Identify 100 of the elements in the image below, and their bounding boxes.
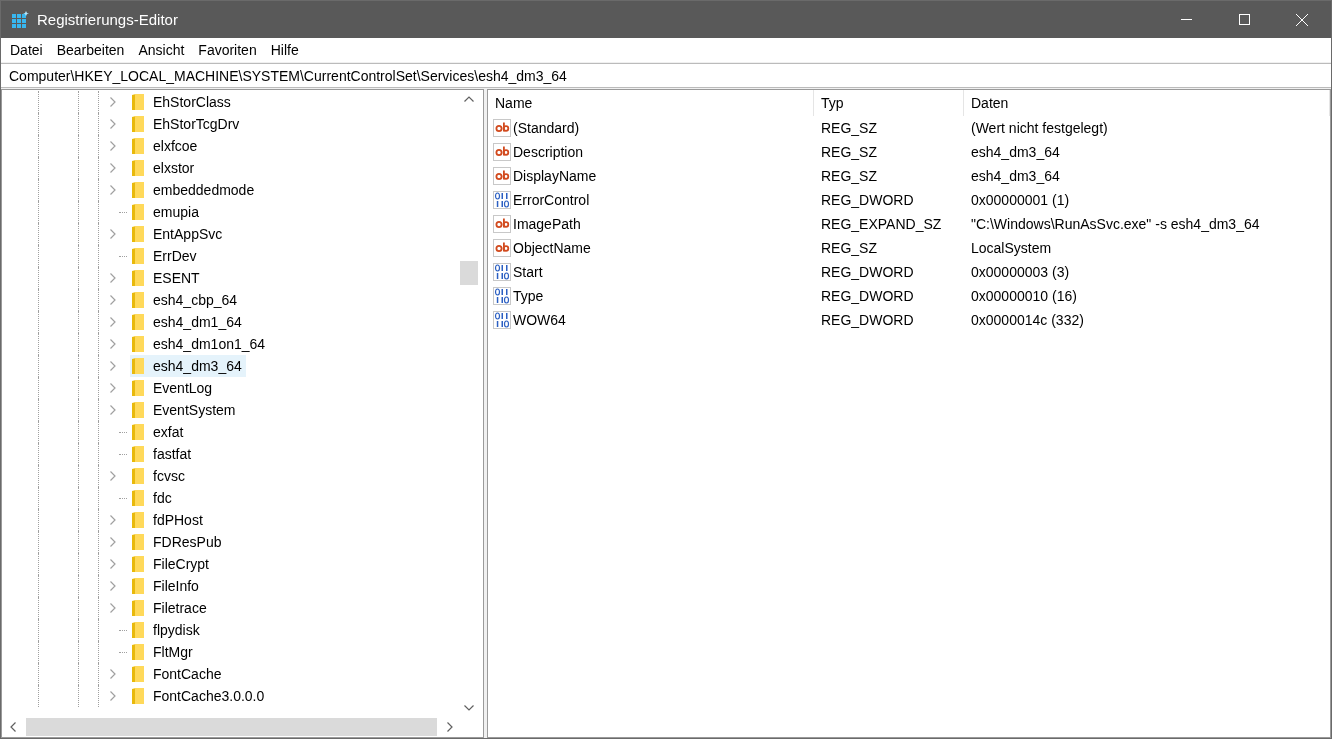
- chevron-icon[interactable]: [110, 691, 116, 701]
- tree-item[interactable]: Filetrace: [130, 597, 211, 619]
- folder-icon: [132, 688, 144, 704]
- tree-item[interactable]: FontCache: [130, 663, 226, 685]
- folder-icon: [132, 204, 144, 220]
- tree-item[interactable]: flpydisk: [130, 619, 204, 641]
- maximize-icon: [1238, 14, 1250, 25]
- chevron-icon[interactable]: [110, 537, 116, 547]
- folder-icon: [132, 490, 144, 506]
- chevron-icon[interactable]: [110, 229, 116, 239]
- tree-item[interactable]: FltMgr: [130, 641, 197, 663]
- window-title: Registrierungs-Editor: [37, 11, 178, 28]
- tree-item[interactable]: FontCache3.0.0.0: [130, 685, 269, 707]
- tree-item[interactable]: elxfcoe: [130, 135, 202, 157]
- string-value-icon: [493, 167, 511, 185]
- folder-icon: [132, 248, 144, 264]
- tree-item[interactable]: FDResPub: [130, 531, 226, 553]
- table-cell-text: REG_DWORD: [820, 312, 915, 328]
- folder-icon: [132, 534, 144, 550]
- address-field[interactable]: Computer\HKEY_LOCAL_MACHINE\SYSTEM\CurrentControlSet\Services\esh4_dm3_64: [1, 63, 1331, 88]
- tree-item[interactable]: FileInfo: [130, 575, 203, 597]
- column-header[interactable]: Daten: [964, 90, 1330, 116]
- chevron-icon[interactable]: [110, 515, 116, 525]
- menu-item[interactable]: Favoriten: [191, 42, 264, 58]
- folder-icon: [132, 160, 144, 176]
- folder-icon: [132, 358, 144, 374]
- tree-item[interactable]: EventSystem: [130, 399, 240, 421]
- chevron-icon[interactable]: [110, 339, 116, 349]
- tree-item[interactable]: emupia: [130, 201, 203, 223]
- tree-item[interactable]: fcvsc: [130, 465, 189, 487]
- chevron-icon[interactable]: [110, 603, 116, 613]
- table-cell-text: esh4_dm3_64: [970, 144, 1061, 160]
- menu-item[interactable]: Bearbeiten: [49, 42, 132, 58]
- chevron-icon[interactable]: [110, 141, 116, 151]
- tree-item[interactable]: ESENT: [130, 267, 204, 289]
- table-cell-text: REG_SZ: [820, 240, 878, 256]
- tree-item[interactable]: esh4_dm3_64: [130, 355, 246, 377]
- table-cell-text: 0x00000001 (1): [970, 192, 1071, 208]
- scroll-thumb[interactable]: [26, 718, 437, 736]
- chevron-icon[interactable]: [110, 97, 116, 107]
- tree-item[interactable]: ErrDev: [130, 245, 201, 267]
- chevron-icon[interactable]: [110, 185, 116, 195]
- scroll-up-icon[interactable]: [464, 96, 474, 102]
- chevron-icon[interactable]: [110, 559, 116, 569]
- table-cell-text: 0x00000010 (16): [970, 288, 1078, 304]
- tree-item[interactable]: EhStorTcgDrv: [130, 113, 244, 135]
- scroll-thumb[interactable]: [460, 261, 478, 285]
- app-icon: [11, 10, 29, 29]
- tree-item[interactable]: EntAppSvc: [130, 223, 227, 245]
- table-cell-text: LocalSystem: [970, 240, 1053, 256]
- chevron-icon[interactable]: [110, 581, 116, 591]
- tree-item[interactable]: FileCrypt: [130, 553, 213, 575]
- folder-icon: [132, 314, 144, 330]
- folder-icon: [132, 138, 144, 154]
- menu-item[interactable]: Hilfe: [263, 42, 306, 58]
- chevron-icon[interactable]: [110, 471, 116, 481]
- column-header[interactable]: Typ: [814, 90, 964, 116]
- folder-icon: [132, 182, 144, 198]
- string-value-icon: [493, 143, 511, 161]
- chevron-icon[interactable]: [110, 405, 116, 415]
- chevron-icon[interactable]: [110, 669, 116, 679]
- chevron-icon[interactable]: [110, 383, 116, 393]
- folder-icon: [132, 226, 144, 242]
- table-cell-text: REG_DWORD: [820, 264, 915, 280]
- scroll-right-icon[interactable]: [447, 722, 453, 732]
- chevron-icon[interactable]: [110, 317, 116, 327]
- scroll-down-icon[interactable]: [464, 705, 474, 711]
- folder-icon: [132, 644, 144, 660]
- tree-item[interactable]: esh4_dm1on1_64: [130, 333, 270, 355]
- table-cell-text: esh4_dm3_64: [970, 168, 1061, 184]
- tree-item[interactable]: EventLog: [130, 377, 217, 399]
- tree-item[interactable]: fdc: [130, 487, 176, 509]
- tree-item[interactable]: fastfat: [130, 443, 196, 465]
- column-header[interactable]: Name: [488, 90, 814, 116]
- folder-icon: [132, 116, 144, 132]
- menu-item[interactable]: Datei: [3, 42, 50, 58]
- address-text: Computer\HKEY_LOCAL_MACHINE\SYSTEM\CurrentControlSet\Services\esh4_dm3_64: [9, 67, 567, 84]
- tree-item[interactable]: embeddedmode: [130, 179, 259, 201]
- chevron-icon[interactable]: [110, 295, 116, 305]
- chevron-icon[interactable]: [110, 119, 116, 129]
- chevron-icon[interactable]: [110, 163, 116, 173]
- folder-icon: [132, 556, 144, 572]
- folder-icon: [132, 622, 144, 638]
- table-cell: ObjectName: [488, 239, 814, 257]
- menu-item[interactable]: Ansicht: [131, 42, 192, 58]
- chevron-icon[interactable]: [110, 361, 116, 371]
- table-cell-text: REG_EXPAND_SZ: [820, 216, 943, 232]
- string-value-icon: [493, 239, 511, 257]
- string-value-icon: [493, 119, 511, 137]
- scroll-left-icon[interactable]: [10, 722, 16, 732]
- chevron-icon[interactable]: [110, 273, 116, 283]
- tree-item[interactable]: esh4_cbp_64: [130, 289, 242, 311]
- binary-value-icon: [493, 191, 511, 209]
- tree-item[interactable]: elxstor: [130, 157, 199, 179]
- tree-item[interactable]: exfat: [130, 421, 188, 443]
- folder-icon: [132, 402, 144, 418]
- tree-item[interactable]: EhStorClass: [130, 91, 235, 113]
- folder-icon: [132, 578, 144, 594]
- tree-item[interactable]: fdPHost: [130, 509, 207, 531]
- tree-item[interactable]: esh4_dm1_64: [130, 311, 246, 333]
